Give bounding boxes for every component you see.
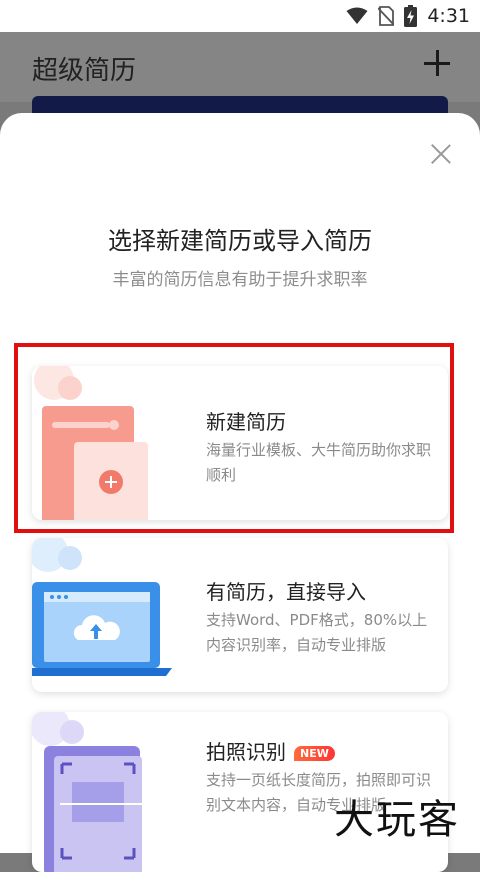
- highlight-box: [14, 343, 454, 533]
- app-title: 超级简历: [32, 56, 137, 86]
- add-button[interactable]: [422, 48, 452, 78]
- option-import-resume-desc: 支持Word、PDF格式，80%以上内容识别率，自动专业排版: [206, 611, 428, 654]
- sheet-subtitle: 丰富的简历信息有助于提升求职率: [112, 270, 368, 290]
- option-photo-title-row: 拍照识别 NEW: [206, 736, 335, 765]
- choose-resume-sheet: 选择新建简历或导入简历 丰富的简历信息有助于提升求职率 新建简历 海量行业模板、…: [0, 113, 480, 872]
- no-sim-icon: [378, 6, 395, 26]
- status-bar: 4:31: [0, 0, 480, 32]
- option-photo-title: 拍照识别: [206, 740, 286, 764]
- photo-scan-illustration: [32, 712, 152, 872]
- new-badge: NEW: [294, 746, 335, 761]
- option-import-resume[interactable]: 有简历，直接导入 支持Word、PDF格式，80%以上内容识别率，自动专业排版: [32, 538, 448, 692]
- status-time: 4:31: [427, 5, 470, 27]
- close-icon[interactable]: [430, 143, 452, 165]
- wifi-icon: [346, 7, 368, 24]
- battery-charging-icon: [404, 5, 418, 27]
- laptop-upload-illustration: [32, 538, 172, 676]
- option-import-resume-title: 有简历，直接导入: [206, 580, 366, 604]
- app-bar: 超级简历: [0, 32, 480, 102]
- watermark: 大玩客: [334, 797, 460, 843]
- sheet-title: 选择新建简历或导入简历: [108, 227, 372, 255]
